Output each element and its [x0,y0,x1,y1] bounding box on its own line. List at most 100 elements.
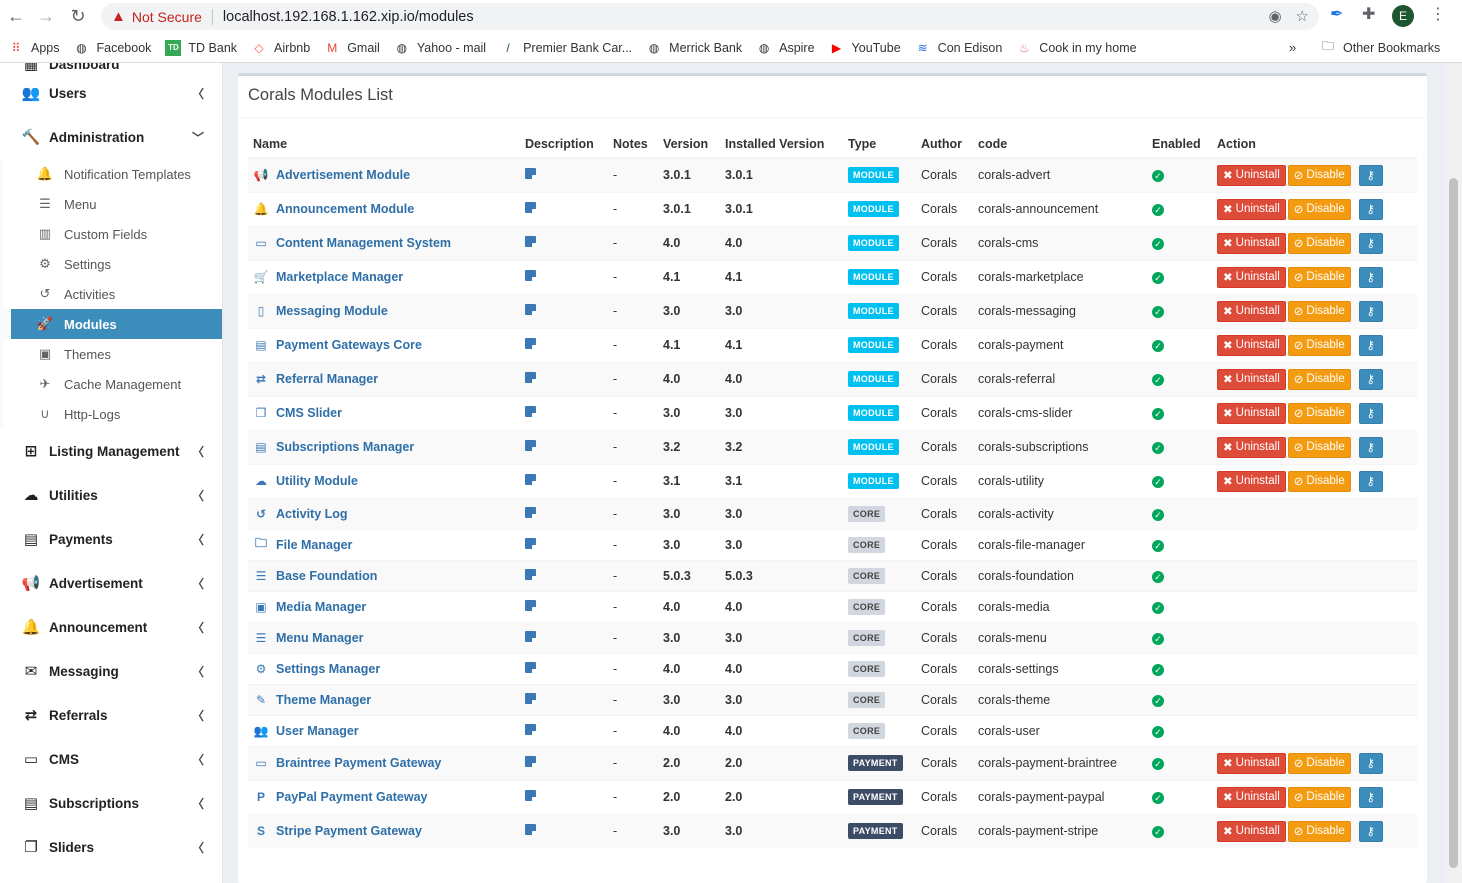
disable-button[interactable]: ⊘ Disable [1287,820,1351,842]
description-popup-icon[interactable] [525,440,536,451]
sidebar-subitem-custom-fields[interactable]: ▥ Custom Fields [3,219,222,249]
module-name-link[interactable]: ▭ Content Management System [253,236,515,250]
back-arrow-icon[interactable]: ← [2,2,30,30]
column-header-type[interactable]: Type [843,130,916,159]
module-name-link[interactable]: 🛒 Marketplace Manager [253,270,515,284]
extension-icon[interactable]: ✒ [1330,4,1343,24]
sidebar-subitem-http-logs[interactable]: ∪ Http-Logs [3,399,222,429]
sidebar-subitem-themes[interactable]: ▣ Themes [3,339,222,369]
module-name-link[interactable]: ↺ Activity Log [253,507,515,521]
license-key-button[interactable]: ⚷ [1358,470,1383,492]
uninstall-button[interactable]: ✖ Uninstall [1217,198,1286,220]
module-name-link[interactable]: ⚙ Settings Manager [253,662,515,676]
uninstall-button[interactable]: ✖ Uninstall [1217,368,1286,390]
disable-button[interactable]: ⊘ Disable [1287,436,1351,458]
module-name-link[interactable]: ✎ Theme Manager [253,693,515,707]
license-key-button[interactable]: ⚷ [1358,334,1383,356]
module-name-link[interactable]: ▯ Messaging Module [253,304,515,318]
bookmark-yahoo-mail[interactable]: ◍ Yahoo - mail [394,40,487,56]
column-header-author[interactable]: Author [916,130,973,159]
disable-button[interactable]: ⊘ Disable [1287,786,1351,808]
module-name-link[interactable]: ▤ Subscriptions Manager [253,440,515,454]
module-name-link[interactable]: ⇄ Referral Manager [253,372,515,386]
column-header-code[interactable]: code [973,130,1147,159]
sidebar-subitem-menu[interactable]: ☰ Menu [3,189,222,219]
module-name-link[interactable]: 🗀 File Manager [253,534,515,555]
description-popup-icon[interactable] [525,661,536,673]
puzzle-icon[interactable]: ✚ [1362,4,1375,24]
profile-avatar[interactable]: E [1392,5,1414,27]
sidebar-subitem-modules[interactable]: 🚀 Modules [11,309,222,339]
license-key-button[interactable]: ⚷ [1358,402,1383,424]
uninstall-button[interactable]: ✖ Uninstall [1217,334,1286,356]
module-name-link[interactable]: ☁ Utility Module [253,474,515,488]
bookmark-merrick-bank[interactable]: ◍ Merrick Bank [646,40,742,56]
uninstall-button[interactable]: ✖ Uninstall [1217,232,1286,254]
disable-button[interactable]: ⊘ Disable [1287,300,1351,322]
sidebar-item-subscriptions[interactable]: ▤ Subscriptions 〈 [0,781,222,825]
column-header-notes[interactable]: Notes [608,130,658,159]
column-header-description[interactable]: Description [520,130,608,159]
sidebar-item-sliders[interactable]: ❐ Sliders 〈 [0,825,222,869]
sidebar-item-administration[interactable]: 🔨 Administration ﹀ [0,115,222,159]
license-key-button[interactable]: ⚷ [1358,164,1383,186]
bookmark-con-edison[interactable]: ≋ Con Edison [915,40,1003,56]
uninstall-button[interactable]: ✖ Uninstall [1217,820,1286,842]
uninstall-button[interactable]: ✖ Uninstall [1217,470,1286,492]
disable-button[interactable]: ⊘ Disable [1287,470,1351,492]
uninstall-button[interactable]: ✖ Uninstall [1217,266,1286,288]
column-header-action[interactable]: Action [1212,130,1417,159]
other-bookmarks[interactable]: 🗀 Other Bookmarks [1320,39,1440,56]
description-popup-icon[interactable] [525,756,536,767]
column-header-enabled[interactable]: Enabled [1147,130,1212,159]
column-header-installed-version[interactable]: Installed Version [720,130,843,159]
disable-button[interactable]: ⊘ Disable [1287,198,1351,220]
disable-button[interactable]: ⊘ Disable [1287,334,1351,356]
description-popup-icon[interactable] [525,304,536,315]
sidebar-subitem-activities[interactable]: ↺ Activities [3,279,222,309]
sidebar-subitem-notification-templates[interactable]: 🔔 Notification Templates [3,159,222,189]
address-bar[interactable]: ▲ Not Secure localhost.192.168.1.162.xip.… [101,3,1319,30]
security-warning[interactable]: ▲ Not Secure [111,8,202,25]
column-header-name[interactable]: Name [248,130,520,159]
bookmark-aspire[interactable]: ◍ Aspire [756,40,815,56]
description-popup-icon[interactable] [525,723,536,735]
sidebar-item-dashboard[interactable]: ▦ Dashboard [0,63,222,71]
forward-arrow-icon[interactable]: → [32,2,60,30]
url-text[interactable]: localhost.192.168.1.162.xip.io/modules [223,9,474,25]
description-popup-icon[interactable] [525,406,536,417]
sidebar-item-payments[interactable]: ▤ Payments 〈 [0,517,222,561]
module-name-link[interactable]: ▭ Braintree Payment Gateway [253,756,515,770]
license-key-button[interactable]: ⚷ [1358,752,1383,774]
bookmark-airbnb[interactable]: ◇ Airbnb [251,40,310,56]
column-header-version[interactable]: Version [658,130,720,159]
description-popup-icon[interactable] [525,599,536,611]
star-icon[interactable]: ☆ [1296,7,1309,25]
module-name-link[interactable]: P PayPal Payment Gateway [253,790,515,804]
disable-button[interactable]: ⊘ Disable [1287,266,1351,288]
uninstall-button[interactable]: ✖ Uninstall [1217,436,1286,458]
description-popup-icon[interactable] [525,270,536,281]
description-popup-icon[interactable] [525,537,536,549]
description-popup-icon[interactable] [525,506,536,518]
description-popup-icon[interactable] [525,202,536,213]
description-popup-icon[interactable] [525,790,536,801]
module-name-link[interactable]: ▣ Media Manager [253,600,515,614]
sidebar-item-utilities[interactable]: ☁ Utilities 〈 [0,473,222,517]
description-popup-icon[interactable] [525,692,536,704]
module-name-link[interactable]: 🔔 Announcement Module [253,202,515,216]
bookmark-youtube[interactable]: ▶ YouTube [829,40,901,56]
kebab-menu-icon[interactable]: ⋮ [1430,4,1446,24]
module-name-link[interactable]: ▤ Payment Gateways Core [253,338,515,352]
description-popup-icon[interactable] [525,168,536,180]
bookmark-apps[interactable]: ⠿ Apps [8,40,60,56]
license-key-button[interactable]: ⚷ [1358,786,1383,808]
sidebar-subitem-cache-management[interactable]: ✈ Cache Management [3,369,222,399]
description-popup-icon[interactable] [525,372,536,383]
uninstall-button[interactable]: ✖ Uninstall [1217,752,1286,774]
sidebar-item-announcement[interactable]: 🔔 Announcement 〈 [0,605,222,649]
module-name-link[interactable]: ☰ Menu Manager [253,631,515,645]
uninstall-button[interactable]: ✖ Uninstall [1217,300,1286,322]
license-key-button[interactable]: ⚷ [1358,820,1383,842]
reload-icon[interactable]: ↻ [64,2,92,30]
